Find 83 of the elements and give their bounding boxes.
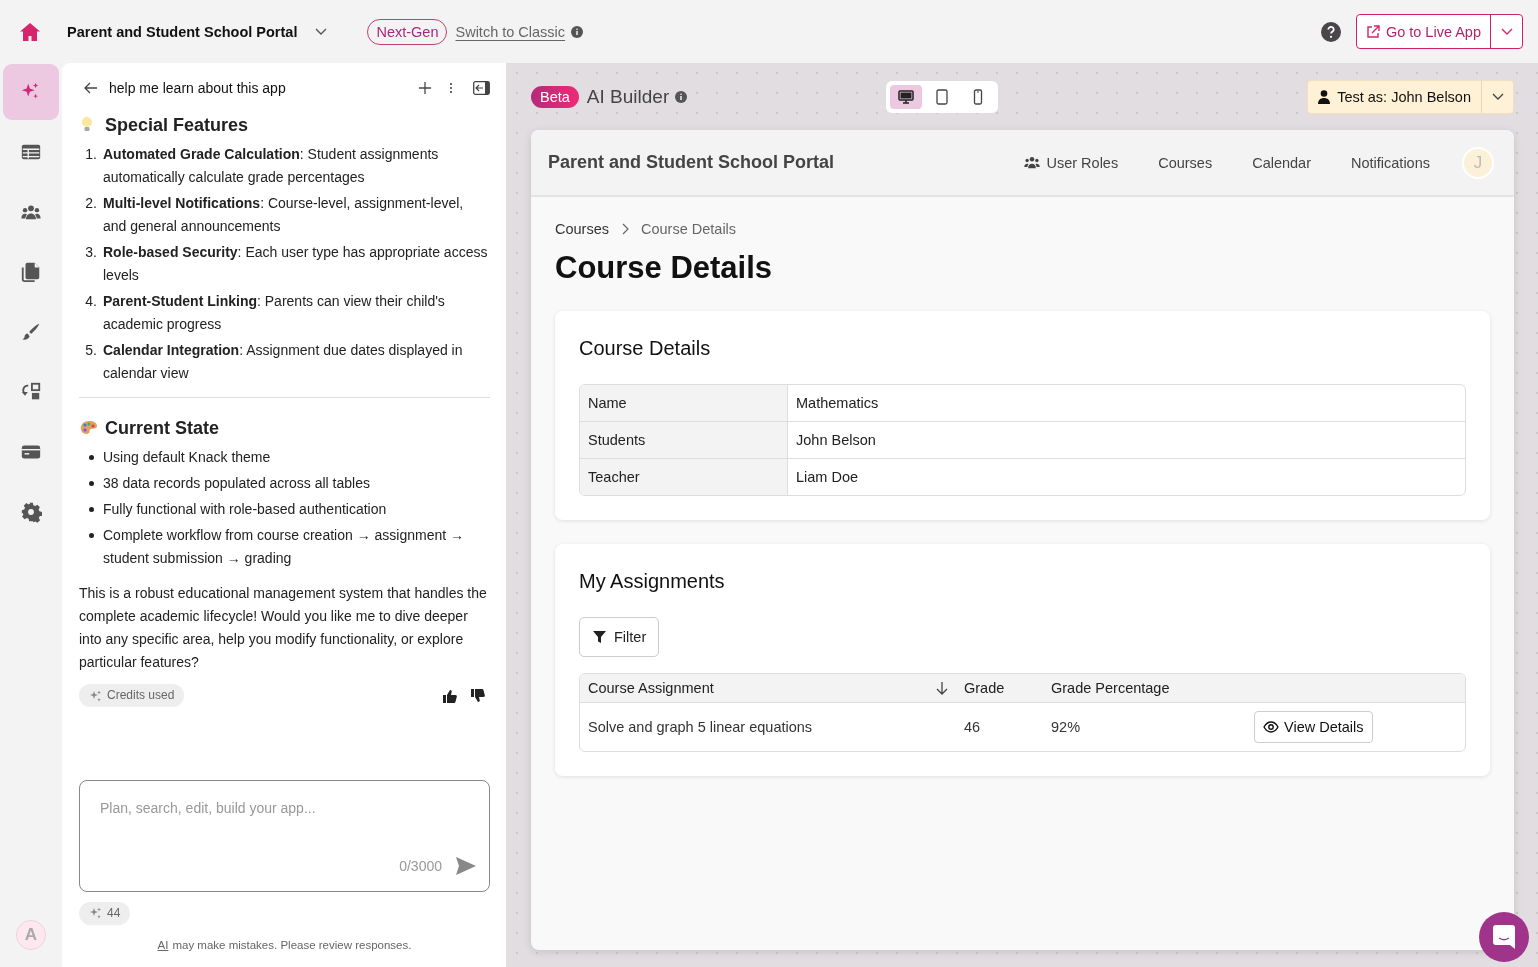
nav-link[interactable]: Calendar [1252, 154, 1311, 171]
list-item-text: Role-based Security: Each user type has appropriate access levels [103, 243, 489, 285]
field-value: John Belson [788, 421, 1465, 458]
message-paragraph: This is a robust educational management system that handles the complete academic lifecycle! Would you like me to dive deeper into any specific area, help you modify functionality, or explore particular features? [79, 584, 488, 672]
list-number: 1. [85, 145, 97, 164]
view-details-button[interactable]: View Details [1254, 711, 1373, 743]
character-counter: 0/3000 [399, 856, 442, 876]
more-options-icon[interactable] [449, 82, 453, 94]
nav-link[interactable]: Notifications [1351, 154, 1430, 171]
paintbrush-icon [20, 321, 42, 343]
column-header[interactable]: Grade Percentage [1051, 680, 1246, 696]
thumbs-down-icon[interactable] [470, 688, 485, 703]
table-cell-text: 92% [1050, 718, 1082, 737]
app-title: Parent and Student School Portal [548, 152, 836, 173]
breadcrumb-link[interactable]: Courses [555, 221, 609, 237]
users-icon [1024, 156, 1041, 169]
bullet-icon [88, 455, 94, 460]
person-icon [1318, 90, 1331, 104]
switch-classic-link[interactable]: Switch to Classic [455, 23, 566, 40]
settings-icon [20, 501, 42, 523]
list-number: 5. [85, 341, 97, 360]
field-value: Mathematics [795, 394, 880, 413]
nav-link[interactable]: User Roles [1024, 154, 1119, 171]
column-header[interactable]: Grade [964, 680, 1035, 696]
home-icon[interactable] [19, 20, 41, 43]
bullet-icon [88, 481, 94, 486]
table-cell-text: Solve and graph 5 linear equations [587, 718, 814, 737]
info-icon [675, 91, 688, 103]
chat-title: help me learn about this app [109, 78, 287, 98]
list-item-text: Parent-Student Linking: Parents can view their child's academic progress [103, 292, 446, 334]
funnel-icon [593, 630, 606, 644]
beta-badge: Beta [531, 86, 579, 108]
palette-icon [79, 419, 99, 437]
field-label: Students [580, 421, 788, 458]
ai-link[interactable]: AI [157, 934, 169, 957]
credits-used-chip[interactable]: Credits used [79, 684, 185, 707]
list-item-text: Automated Grade Calculation: Student assignments automatically calculate grade percentages [103, 145, 440, 187]
list-number: 3. [85, 243, 97, 262]
breadcrumb-current: Course Details [641, 221, 737, 237]
section-heading: Current State [105, 417, 220, 440]
list-item-text: Complete workflow from course creation → assignment → student submission → grading [103, 526, 466, 568]
card-title: My Assignments [579, 570, 726, 593]
field-label: Teacher [580, 458, 788, 495]
tablet-icon [934, 89, 951, 105]
column-header[interactable]: Course Assignment [588, 680, 928, 696]
list-item-text: Multi-level Notifications: Course-level, assignment-level, and general announcements [103, 194, 465, 236]
back-arrow-icon[interactable] [83, 80, 99, 96]
bullet-icon [88, 533, 94, 538]
filter-button[interactable]: Filter [579, 617, 660, 657]
app-name: Parent and Student School Portal [67, 23, 298, 40]
external-link-icon [1365, 24, 1380, 39]
list-number: 2. [85, 194, 97, 213]
sparkles-icon [89, 689, 101, 702]
sparkles-icon [89, 907, 101, 919]
field-label: Name [580, 385, 788, 421]
disclaimer-text: may make mistakes. Please review responses. [172, 938, 412, 953]
chevron-right-icon [621, 223, 629, 235]
card-title: Course Details [579, 337, 712, 360]
thumbs-up-icon[interactable] [442, 688, 457, 703]
eye-icon [1263, 721, 1279, 733]
list-item-text: 38 data records populated across all tables [103, 474, 371, 493]
page-title: Course Details [555, 249, 774, 287]
plus-icon[interactable] [419, 82, 431, 94]
credits-count-chip: 44 [79, 901, 131, 925]
documents-icon [20, 261, 42, 283]
sort-arrow-icon[interactable] [936, 681, 948, 695]
desktop-icon [898, 89, 915, 105]
section-heading: Special Features [105, 114, 249, 137]
table-cell-text: 46 [963, 718, 982, 737]
send-icon[interactable] [456, 857, 476, 875]
desktop-view-button[interactable] [890, 85, 923, 109]
builder-title: AI Builder [586, 86, 670, 108]
help-icon[interactable] [1320, 21, 1341, 42]
list-number: 4. [85, 292, 97, 311]
list-item-text: Calendar Integration: Assignment due dates displayed in calendar view [103, 341, 464, 383]
info-icon [571, 25, 584, 38]
chat-bubble-icon [1493, 925, 1515, 949]
list-item-text: Fully functional with role-based authentication [103, 500, 388, 519]
field-value: Liam Doe [788, 458, 1465, 495]
bullet-icon [88, 507, 94, 512]
nav-link[interactable]: Courses [1158, 154, 1213, 171]
list-item-text: Using default Knack theme [103, 448, 272, 467]
collapse-panel-icon[interactable] [473, 81, 490, 95]
